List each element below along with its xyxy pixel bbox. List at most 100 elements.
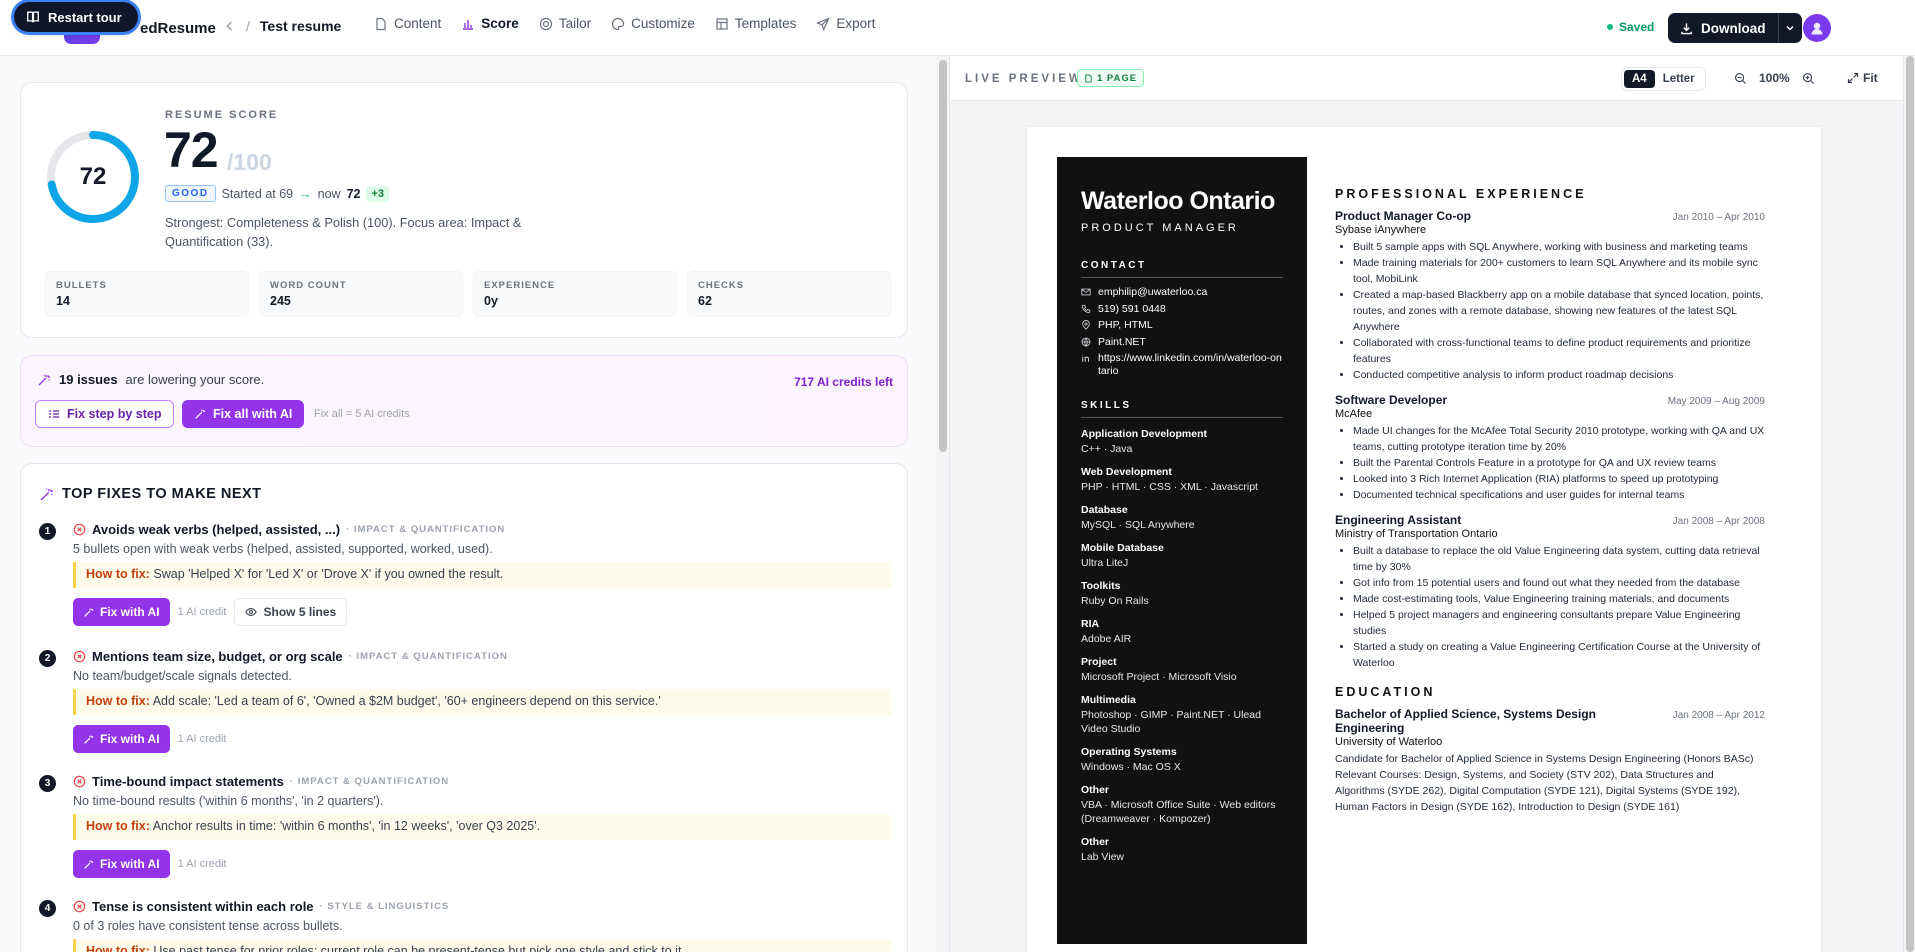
stat-bullets: BULLETS 14 xyxy=(45,271,249,317)
page-count-badge: 1 PAGE xyxy=(1077,69,1145,87)
download-label: Download xyxy=(1701,20,1766,36)
magic-wand-icon xyxy=(84,608,94,617)
magic-wand-icon xyxy=(38,374,50,385)
education-header: Bachelor of Applied Science, Systems Des… xyxy=(1335,707,1765,735)
how-to-fix-text: Add scale: 'Led a team of 6', 'Owned a $… xyxy=(152,694,661,708)
contact-item: 519) 591 0448 xyxy=(1081,303,1283,316)
skill-group: Mobile Database Ultra LiteJ xyxy=(1081,542,1283,570)
skill-title: Toolkits xyxy=(1081,580,1121,592)
fix-step-by-step-button[interactable]: Fix step by step xyxy=(35,400,175,428)
document-title[interactable]: Test resume xyxy=(260,18,341,34)
zoom-in-icon[interactable] xyxy=(1802,72,1815,85)
error-circle-icon xyxy=(73,900,86,913)
education-date: Jan 2008 – Apr 2012 xyxy=(1672,710,1765,721)
zoom-out-icon[interactable] xyxy=(1734,72,1747,85)
fix-actions: Fix with AI 1 AI credit Show 5 lines xyxy=(73,598,348,626)
job-company: McAfee xyxy=(1335,408,1373,420)
stat-value: 14 xyxy=(56,294,70,308)
skill-detail: Microsoft Project · Microsoft Visio xyxy=(1081,671,1237,683)
job-bullet: Looked into 3 Rich Internet Application … xyxy=(1353,471,1765,487)
job-bullet: Made training materials for 200+ custome… xyxy=(1353,255,1765,287)
fix-all-label: Fix all with AI xyxy=(213,407,293,421)
right-scrollbar[interactable] xyxy=(1903,56,1915,952)
ai-credit-note: 1 AI credit xyxy=(177,606,227,618)
restart-tour-label: Restart tour xyxy=(48,9,122,25)
stat-key: BULLETS xyxy=(56,280,107,291)
fix-category: · IMPACT & QUANTIFICATION xyxy=(346,524,506,535)
fix-header: Tense is consistent within each role · S… xyxy=(73,899,449,914)
fix-number: 1 xyxy=(39,523,56,540)
job-company: Sybase iAnywhere xyxy=(1335,224,1427,236)
score-delta-badge: +3 xyxy=(366,185,390,202)
fix-title: Avoids weak verbs (helped, assisted, ...… xyxy=(92,522,341,537)
fix-all-ai-button[interactable]: Fix all with AI xyxy=(182,400,305,428)
paper-a4-option[interactable]: A4 xyxy=(1624,70,1655,88)
fix-with-ai-label: Fix with AI xyxy=(100,732,160,746)
target-icon xyxy=(539,17,552,30)
fix-category: · IMPACT & QUANTIFICATION xyxy=(348,651,508,662)
top-fixes-card: TOP FIXES TO MAKE NEXT 1 Avoids weak ver… xyxy=(20,463,908,952)
how-to-fix-label: How to fix: xyxy=(86,694,150,708)
fit-button[interactable]: Fit xyxy=(1847,71,1878,85)
sparkle-wand-icon xyxy=(40,488,53,500)
score-card: 72 RESUME SCORE 72 /100 GOOD Started at … xyxy=(20,82,908,338)
page-icon xyxy=(1085,73,1092,83)
show-lines-button[interactable]: Show 5 lines xyxy=(234,598,348,626)
tab-content[interactable]: Content xyxy=(374,16,441,31)
download-menu-toggle[interactable] xyxy=(1777,13,1802,43)
left-scrollbar[interactable] xyxy=(936,56,950,952)
fix-title: Mentions team size, budget, or org scale xyxy=(92,649,343,664)
education-description: Candidate for Bachelor of Applied Scienc… xyxy=(1335,753,1754,813)
tab-templates[interactable]: Templates xyxy=(715,16,796,31)
breadcrumb-separator: / xyxy=(246,18,250,34)
how-to-fix-text: Anchor results in time: 'within 6 months… xyxy=(152,819,541,833)
contact-item: https://www.linkedin.com/in/waterloo-ont… xyxy=(1081,352,1283,378)
tab-export[interactable]: Export xyxy=(816,16,875,31)
tab-customize[interactable]: Customize xyxy=(611,16,695,31)
how-to-fix-text: Swap 'Helped X' for 'Led X' or 'Drove X'… xyxy=(153,567,504,581)
fix-header: Time-bound impact statements · IMPACT & … xyxy=(73,774,449,789)
grade-badge: GOOD xyxy=(165,185,216,202)
fix-with-ai-button[interactable]: Fix with AI xyxy=(73,725,170,753)
job-entry: Software Developer May 2009 – Aug 2009 Mc… xyxy=(1335,393,1765,503)
magic-wand-icon xyxy=(84,735,94,744)
fix-with-ai-button[interactable]: Fix with AI xyxy=(73,850,170,878)
fix-category: · STYLE & LINGUISTICS xyxy=(319,901,450,912)
left-scrollbar-thumb[interactable] xyxy=(939,60,947,452)
skill-group: Other Lab View xyxy=(1081,836,1283,864)
download-main[interactable]: Download xyxy=(1668,13,1778,43)
chevron-left-icon[interactable] xyxy=(224,20,236,32)
fix-with-ai-label: Fix with AI xyxy=(100,857,160,871)
fix-all-note: Fix all = 5 AI credits xyxy=(314,408,410,420)
preview-toolbar: LIVE PREVIEW 1 PAGE A4 Letter 100% Fit xyxy=(950,56,1903,101)
tab-score-label: Score xyxy=(481,16,519,31)
stat-word-count: WORD COUNT 245 xyxy=(259,271,463,317)
tab-tailor[interactable]: Tailor xyxy=(539,16,591,31)
score-description: Strongest: Completeness & Polish (100). … xyxy=(165,215,522,249)
paper-letter-option[interactable]: Letter xyxy=(1655,70,1703,88)
download-button: Download xyxy=(1668,13,1802,43)
skill-detail: Lab View xyxy=(1081,851,1125,863)
avatar[interactable] xyxy=(1803,14,1831,42)
stat-value: 62 xyxy=(698,294,712,308)
credits-left: 717 AI credits left xyxy=(794,375,893,389)
stat-checks: CHECKS 62 xyxy=(687,271,891,317)
job-date: Jan 2008 – Apr 2008 xyxy=(1672,516,1765,527)
tab-customize-label: Customize xyxy=(631,16,695,31)
job-bullet: Built 5 sample apps with SQL Anywhere, w… xyxy=(1353,239,1765,255)
fix-title: Time-bound impact statements xyxy=(92,774,284,789)
fix-with-ai-button[interactable]: Fix with AI xyxy=(73,598,170,626)
job-header: Product Manager Co-op Jan 2010 – Apr 2010 xyxy=(1335,209,1765,223)
issues-count: 19 issues xyxy=(59,372,118,387)
restart-tour-button[interactable]: Restart tour xyxy=(14,2,138,32)
tab-score[interactable]: Score xyxy=(461,16,519,31)
skills-list: Application Development C++ · Java Web De… xyxy=(1081,428,1283,864)
right-scrollbar-thumb[interactable] xyxy=(1906,56,1914,952)
skill-group: Project Microsoft Project · Microsoft Vis… xyxy=(1081,656,1283,684)
download-icon xyxy=(1681,22,1692,34)
now-prefix: now xyxy=(317,186,341,201)
started-text: Started at 69 xyxy=(221,186,294,201)
skill-detail: Ruby On Rails xyxy=(1081,595,1149,607)
job-entry: Product Manager Co-op Jan 2010 – Apr 2010… xyxy=(1335,209,1765,383)
nav-tabs: Content Score Tailor Customize Templates… xyxy=(374,16,875,31)
